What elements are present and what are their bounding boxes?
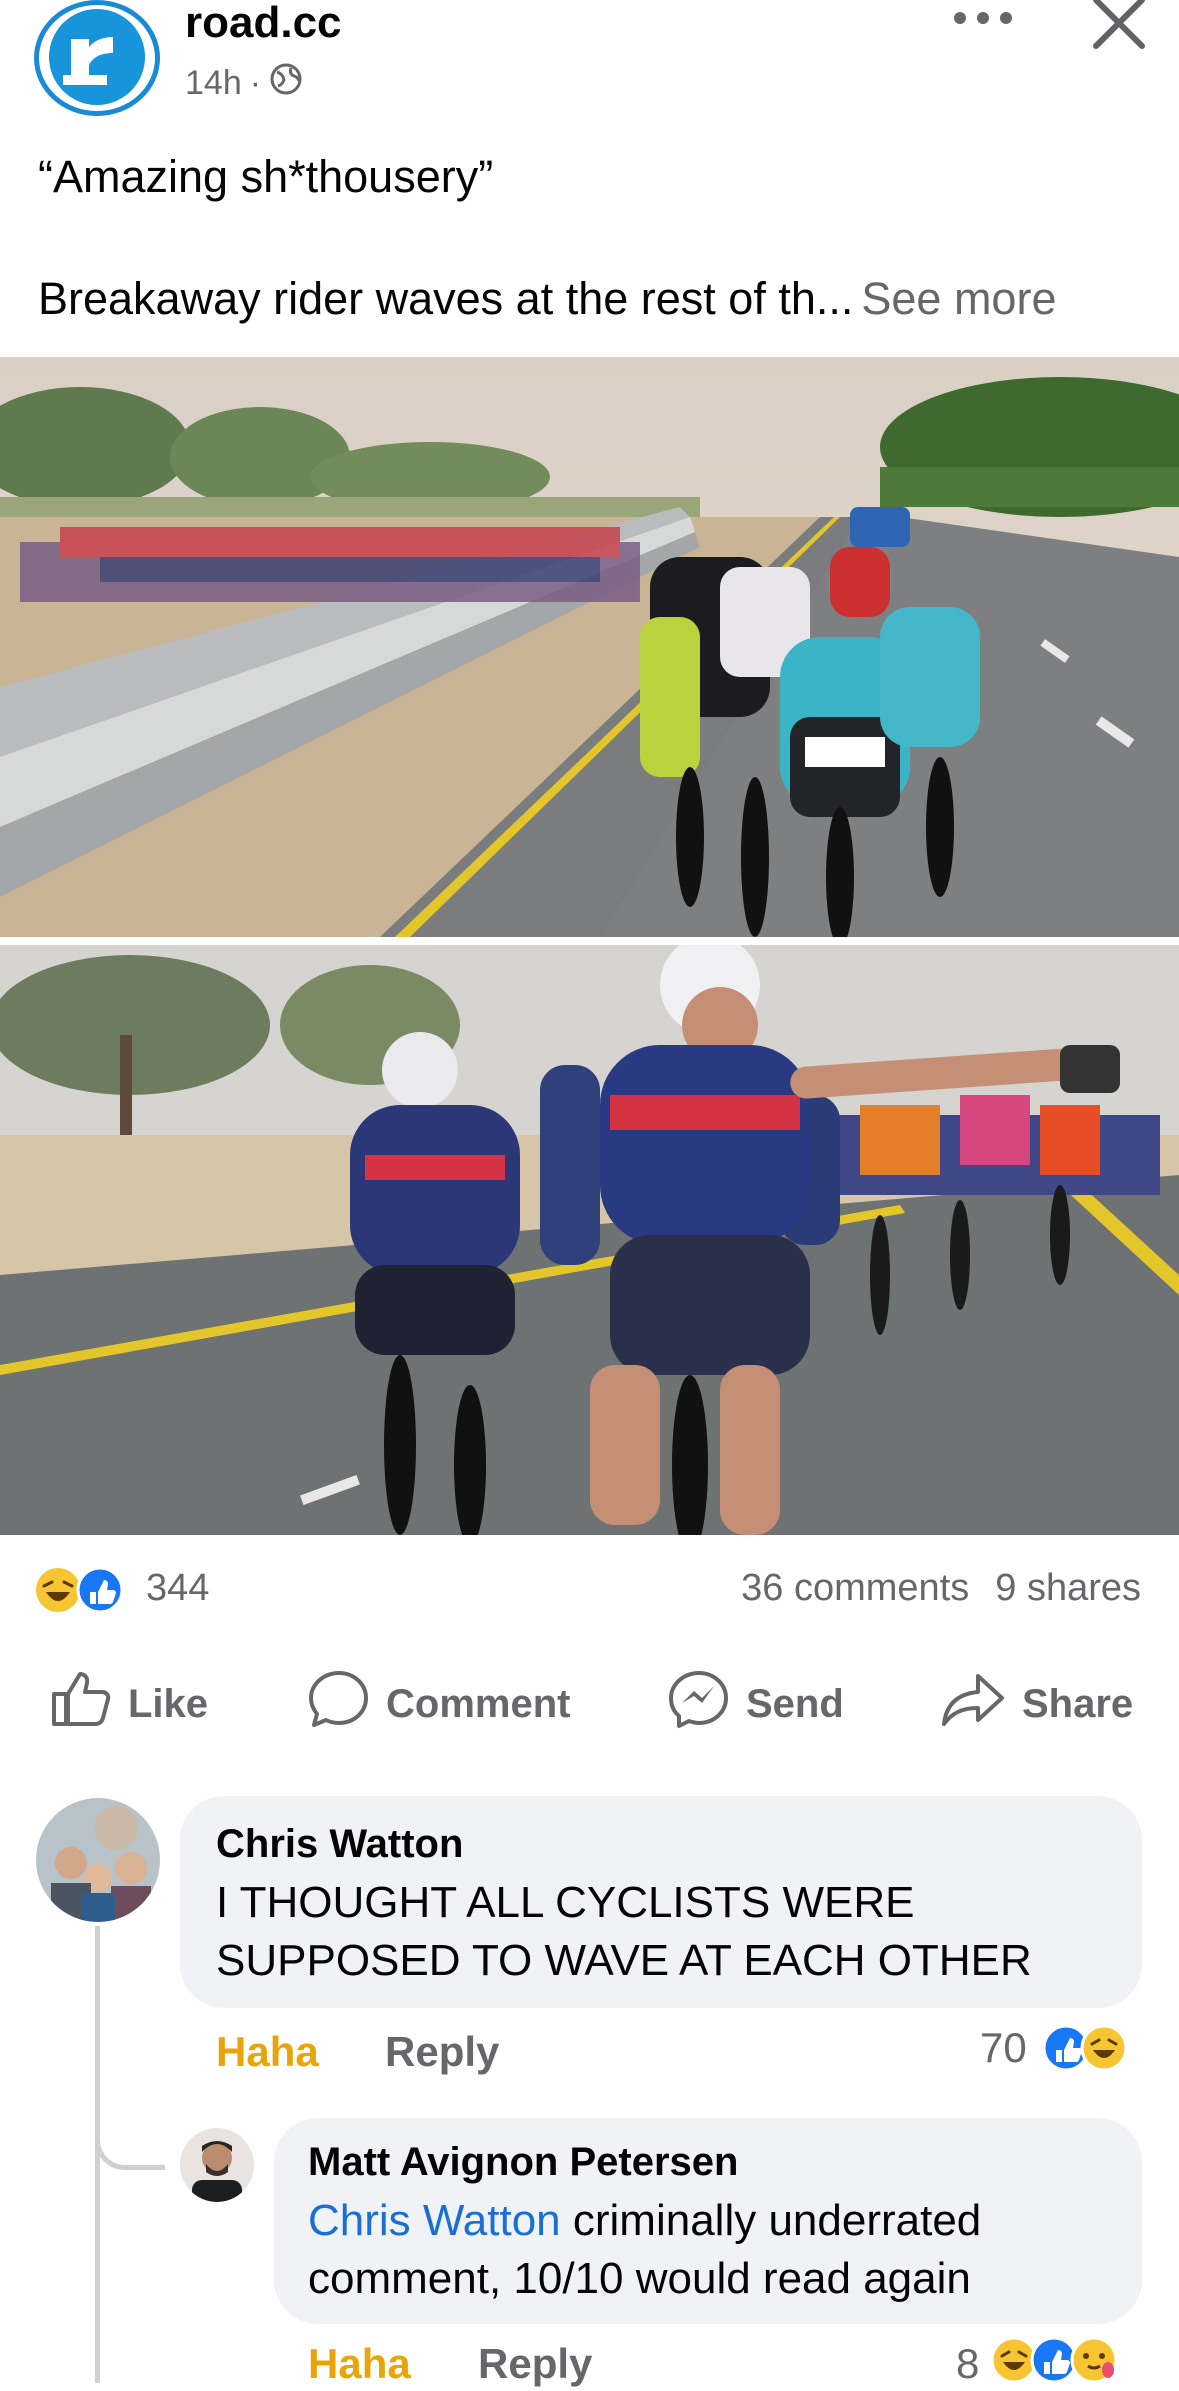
reply-haha-button[interactable]: Haha (308, 2340, 411, 2388)
haha-button[interactable]: Haha (216, 2028, 319, 2076)
commenter-avatar[interactable] (36, 1798, 160, 1922)
see-more-link[interactable]: See more (861, 273, 1056, 324)
reply-reply-button[interactable]: Reply (478, 2340, 592, 2388)
reply-connector (95, 2100, 165, 2170)
globe-icon (269, 62, 303, 105)
waving-rider-photo (0, 945, 1179, 1535)
comment-button[interactable]: Comment (308, 1671, 571, 1732)
page-avatar[interactable] (34, 0, 160, 116)
post-photo-1[interactable] (0, 357, 1179, 937)
reaction-icons[interactable] (34, 1566, 134, 1614)
send-label: Send (746, 1681, 844, 1726)
comment-reaction-count[interactable]: 70 (980, 2024, 1027, 2072)
like-label: Like (128, 1681, 209, 1726)
reply-text-line1: Chris Watton criminally underrated (308, 2192, 981, 2250)
post-stats: 36 comments 9 shares (741, 1566, 1141, 1610)
reply-avatar[interactable] (180, 2128, 254, 2202)
post-time[interactable]: 14h (185, 64, 242, 103)
haha-reaction-icon (36, 1568, 80, 1612)
comment-bubble[interactable]: Chris Watton I THOUGHT ALL CYCLISTS WERE… (180, 1796, 1142, 2008)
more-icon[interactable] (948, 0, 1018, 40)
reply-text-line2: comment, 10/10 would read again (308, 2254, 971, 2303)
reply-button[interactable]: Reply (385, 2028, 499, 2076)
comment-reaction-icons[interactable] (1040, 2022, 1140, 2074)
comment-label: Comment (386, 1681, 571, 1726)
reply-reaction-count[interactable]: 8 (956, 2340, 979, 2388)
roadcc-logo (49, 9, 145, 105)
close-icon[interactable] (1086, 0, 1152, 54)
messenger-icon (668, 1669, 730, 1739)
send-button[interactable]: Send (668, 1671, 844, 1732)
comment-author[interactable]: Chris Watton (216, 1820, 463, 1868)
post-photo-2[interactable] (0, 945, 1179, 1535)
like-button[interactable]: Like (50, 1672, 209, 1732)
post-title: “Amazing sh*thousery” (38, 151, 494, 202)
peloton-photo (0, 357, 1179, 937)
like-reaction-icon (76, 1566, 124, 1614)
share-button[interactable]: Share (940, 1674, 1134, 1732)
meta-separator: · (249, 64, 262, 102)
post-body: Breakaway rider waves at the rest of th.… (38, 272, 1056, 326)
reply-bubble[interactable]: Matt Avignon Petersen Chris Watton crimi… (274, 2118, 1142, 2324)
shares-count[interactable]: 9 shares (995, 1566, 1141, 1610)
post-meta: 14h · (185, 62, 303, 105)
share-label: Share (1022, 1681, 1134, 1726)
reply-reaction-icons[interactable] (988, 2334, 1138, 2386)
mention-link[interactable]: Chris Watton (308, 2196, 561, 2245)
reply-text-rest: criminally underrated (560, 2196, 982, 2245)
reaction-count[interactable]: 344 (146, 1566, 209, 1610)
share-icon (940, 1670, 1006, 1738)
page-name[interactable]: road.cc (185, 0, 342, 46)
comment-text-line1: I THOUGHT ALL CYCLISTS WERE (216, 1878, 915, 1927)
like-icon (50, 1670, 112, 1738)
comment-text-line2: SUPPOSED TO WAVE AT EACH OTHER (216, 1936, 1032, 1985)
comments-count[interactable]: 36 comments (741, 1566, 969, 1610)
comment-icon (308, 1669, 370, 1739)
reply-author[interactable]: Matt Avignon Petersen (308, 2138, 738, 2186)
post-body-text: Breakaway rider waves at the rest of th.… (38, 273, 854, 324)
